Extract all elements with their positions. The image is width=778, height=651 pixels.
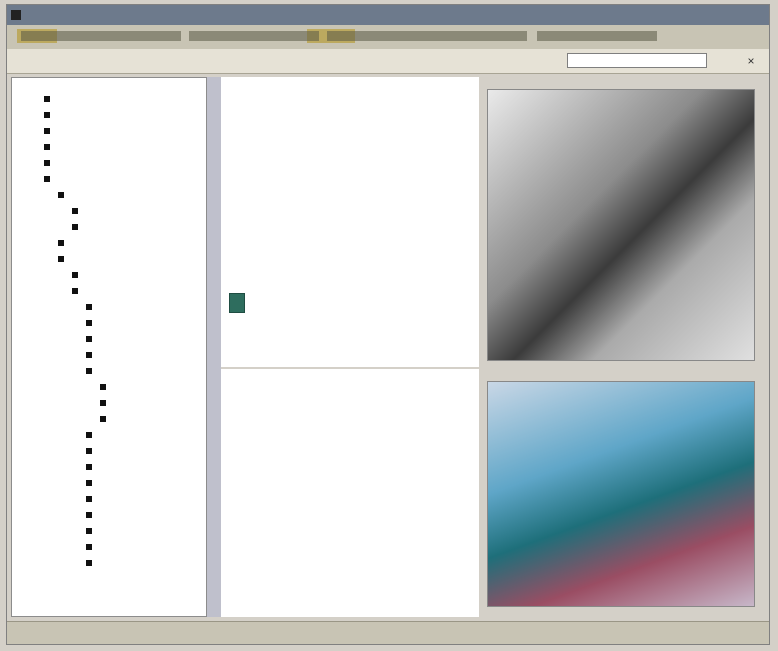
tree-item[interactable] [44, 142, 194, 154]
bullet-icon [86, 528, 92, 534]
app-icon [11, 10, 21, 20]
image-pane [479, 77, 769, 617]
tree-item[interactable] [86, 446, 198, 458]
tree-item[interactable] [72, 222, 198, 234]
stained-micrograph-image[interactable] [487, 381, 755, 607]
tree-item[interactable] [86, 462, 198, 474]
bullet-icon [58, 192, 64, 198]
bullet-icon [100, 384, 106, 390]
bullet-icon [86, 544, 92, 550]
menu-item-1[interactable] [21, 31, 181, 41]
close-icon[interactable]: × [743, 53, 759, 69]
tree-item[interactable] [44, 158, 194, 170]
bullet-icon [44, 176, 50, 182]
bullet-icon [86, 336, 92, 342]
tree-item[interactable] [86, 478, 198, 490]
bullet-icon [86, 480, 92, 486]
pane-splitter[interactable] [207, 77, 221, 617]
tree-item[interactable] [86, 334, 198, 346]
tree-item[interactable] [86, 350, 198, 362]
tree-item[interactable] [44, 126, 194, 138]
tree-item[interactable] [86, 318, 198, 330]
search-input[interactable] [567, 53, 707, 68]
menu-bar [7, 25, 769, 50]
bullet-icon [86, 464, 92, 470]
tree-item[interactable] [86, 430, 198, 442]
bullet-icon [72, 224, 78, 230]
tree-item[interactable] [58, 238, 198, 250]
menu-item-4[interactable] [537, 31, 657, 41]
bullet-icon [86, 448, 92, 454]
tree-item[interactable] [72, 206, 198, 218]
bullet-icon [44, 144, 50, 150]
bullet-icon [86, 512, 92, 518]
tree-item[interactable] [100, 382, 198, 394]
tree-item[interactable] [86, 542, 198, 554]
bullet-icon [72, 208, 78, 214]
tree-item[interactable] [44, 110, 194, 122]
bullet-icon [86, 560, 92, 566]
tree-item[interactable] [44, 174, 194, 186]
section-divider [221, 367, 479, 369]
bullet-icon [86, 368, 92, 374]
bullet-icon [72, 288, 78, 294]
menu-item-3[interactable] [327, 31, 527, 41]
bullet-icon [58, 240, 64, 246]
grayscale-micrograph-image[interactable] [487, 89, 755, 361]
tree-item[interactable] [58, 254, 198, 266]
tree-item[interactable] [86, 366, 198, 378]
tree-item[interactable] [44, 94, 194, 106]
bullet-icon [86, 352, 92, 358]
bullet-icon [44, 160, 50, 166]
bullet-icon [86, 496, 92, 502]
tree-item[interactable] [86, 494, 198, 506]
bullet-icon [44, 96, 50, 102]
tree-item[interactable] [58, 190, 198, 202]
bullet-icon [100, 416, 106, 422]
article-pane [221, 77, 480, 617]
tree-item[interactable] [86, 558, 198, 570]
bullet-icon [100, 400, 106, 406]
tree-item[interactable] [86, 302, 198, 314]
tree-item[interactable] [100, 398, 198, 410]
bullet-icon [44, 128, 50, 134]
bullet-icon [72, 272, 78, 278]
tree-item[interactable] [86, 510, 198, 522]
bullet-icon [86, 432, 92, 438]
bookmark-icon[interactable] [229, 293, 245, 313]
bullet-icon [86, 304, 92, 310]
tree-item[interactable] [100, 414, 198, 426]
navigation-tree [11, 77, 207, 617]
tree-item[interactable] [86, 526, 198, 538]
tree-item[interactable] [72, 286, 198, 298]
tree-item[interactable] [72, 270, 198, 282]
bullet-icon [86, 320, 92, 326]
title-bar [7, 5, 769, 25]
bullet-icon [58, 256, 64, 262]
toolbar: × [7, 49, 769, 74]
status-bar [7, 621, 769, 644]
application-window: × [6, 4, 770, 645]
menu-item-2[interactable] [189, 31, 319, 41]
bullet-icon [44, 112, 50, 118]
